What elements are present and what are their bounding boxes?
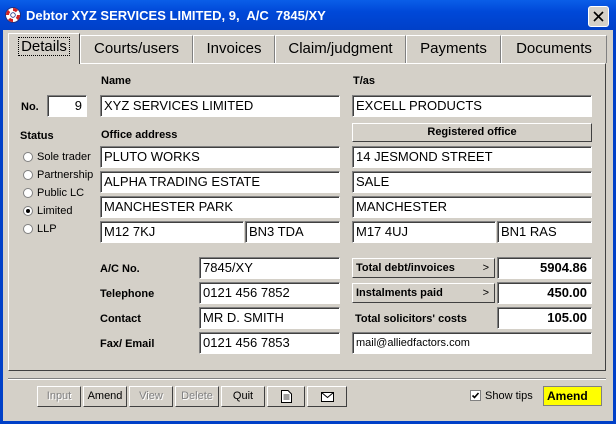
fax-field[interactable]: 0121 456 7853 — [199, 332, 340, 354]
delete-button[interactable]: Delete — [175, 386, 219, 407]
radio-label-partnership: Partnership — [37, 169, 94, 181]
quit-button[interactable]: Quit — [221, 386, 265, 407]
radio-sole-trader[interactable] — [23, 152, 33, 162]
instalments-paid-label: Instalments paid — [356, 287, 443, 299]
solicitors-costs-label: Total solicitors' costs — [355, 313, 467, 325]
registered-postcode-field[interactable]: M17 4UJ — [352, 221, 496, 243]
close-button[interactable] — [588, 6, 609, 27]
lifebuoy-icon — [5, 7, 21, 23]
no-label: No. — [21, 101, 39, 113]
radio-partnership[interactable] — [23, 170, 33, 180]
window-title: Debtor XYZ SERVICES LIMITED, 9, A/C 7845… — [26, 8, 326, 23]
tab-details[interactable]: Details — [8, 33, 80, 64]
tab-invoices[interactable]: Invoices — [193, 35, 275, 63]
registered-address-line-3[interactable]: MANCHESTER — [352, 196, 592, 218]
office-address-line-2[interactable]: ALPHA TRADING ESTATE — [100, 171, 340, 193]
total-debt-value: 5904.86 — [497, 257, 592, 279]
tab-claim-judgment[interactable]: Claim/judgment — [275, 35, 406, 63]
radio-label-public-lc: Public LC — [37, 187, 85, 199]
tas-label: T/as — [353, 75, 376, 87]
instalments-paid-button[interactable]: Instalments paid > — [352, 283, 495, 303]
mode-badge: Amend — [543, 386, 602, 406]
registered-address-line-2[interactable]: SALE — [352, 171, 592, 193]
office-address-line-3[interactable]: MANCHESTER PARK — [100, 196, 340, 218]
arrow-icon: > — [482, 287, 489, 299]
radio-label-limited: Limited — [37, 205, 73, 217]
solicitors-costs-value: 105.00 — [497, 307, 592, 329]
tab-payments[interactable]: Payments — [406, 35, 501, 63]
radio-llp[interactable] — [23, 224, 33, 234]
checkmark-icon — [471, 392, 480, 399]
radio-public-lc[interactable] — [23, 188, 33, 198]
show-tips-label: Show tips — [485, 390, 533, 402]
contact-label: Contact — [100, 313, 141, 325]
arrow-icon: > — [482, 262, 489, 274]
close-icon — [593, 11, 604, 22]
registered-dx-field[interactable]: BN1 RAS — [497, 221, 592, 243]
office-postcode-field[interactable]: M12 7KJ — [100, 221, 244, 243]
office-address-line-1[interactable]: PLUTO WORKS — [100, 146, 340, 168]
ac-no-label: A/C No. — [100, 263, 140, 275]
instalments-paid-value: 450.00 — [497, 282, 592, 304]
document-button[interactable] — [267, 386, 305, 407]
registered-address-line-1[interactable]: 14 JESMOND STREET — [352, 146, 592, 168]
radio-label-llp: LLP — [37, 223, 57, 235]
name-label: Name — [101, 75, 131, 87]
tab-courts-users[interactable]: Courts/users — [80, 35, 193, 63]
amend-button[interactable]: Amend — [83, 386, 127, 407]
radio-label-sole-trader: Sole trader — [37, 151, 91, 163]
total-debt-label: Total debt/invoices — [356, 262, 455, 274]
document-icon — [281, 390, 292, 403]
telephone-field[interactable]: 0121 456 7852 — [199, 282, 340, 304]
envelope-icon — [321, 392, 334, 402]
contact-field[interactable]: MR D. SMITH — [199, 307, 340, 329]
registered-office-button[interactable]: Registered office — [352, 123, 592, 142]
name-field[interactable]: XYZ SERVICES LIMITED — [100, 95, 340, 117]
ac-no-field[interactable]: 7845/XY — [199, 257, 340, 279]
input-button[interactable]: Input — [37, 386, 81, 407]
show-tips-checkbox[interactable] — [470, 390, 481, 401]
status-label: Status — [20, 130, 54, 142]
view-button[interactable]: View — [129, 386, 173, 407]
total-debt-button[interactable]: Total debt/invoices > — [352, 258, 495, 278]
tas-field[interactable]: EXCELL PRODUCTS — [352, 95, 592, 117]
email-button[interactable] — [307, 386, 347, 407]
email-field[interactable]: mail@alliedfactors.com — [352, 332, 592, 354]
telephone-label: Telephone — [100, 288, 155, 300]
office-dx-field[interactable]: BN3 TDA — [245, 221, 340, 243]
tab-documents[interactable]: Documents — [501, 35, 607, 63]
radio-limited[interactable] — [23, 206, 33, 216]
office-address-label: Office address — [101, 129, 178, 141]
fax-email-label: Fax/ Email — [100, 338, 155, 350]
debtor-no-field[interactable]: 9 — [47, 95, 87, 117]
toolbar-separator — [8, 378, 606, 380]
